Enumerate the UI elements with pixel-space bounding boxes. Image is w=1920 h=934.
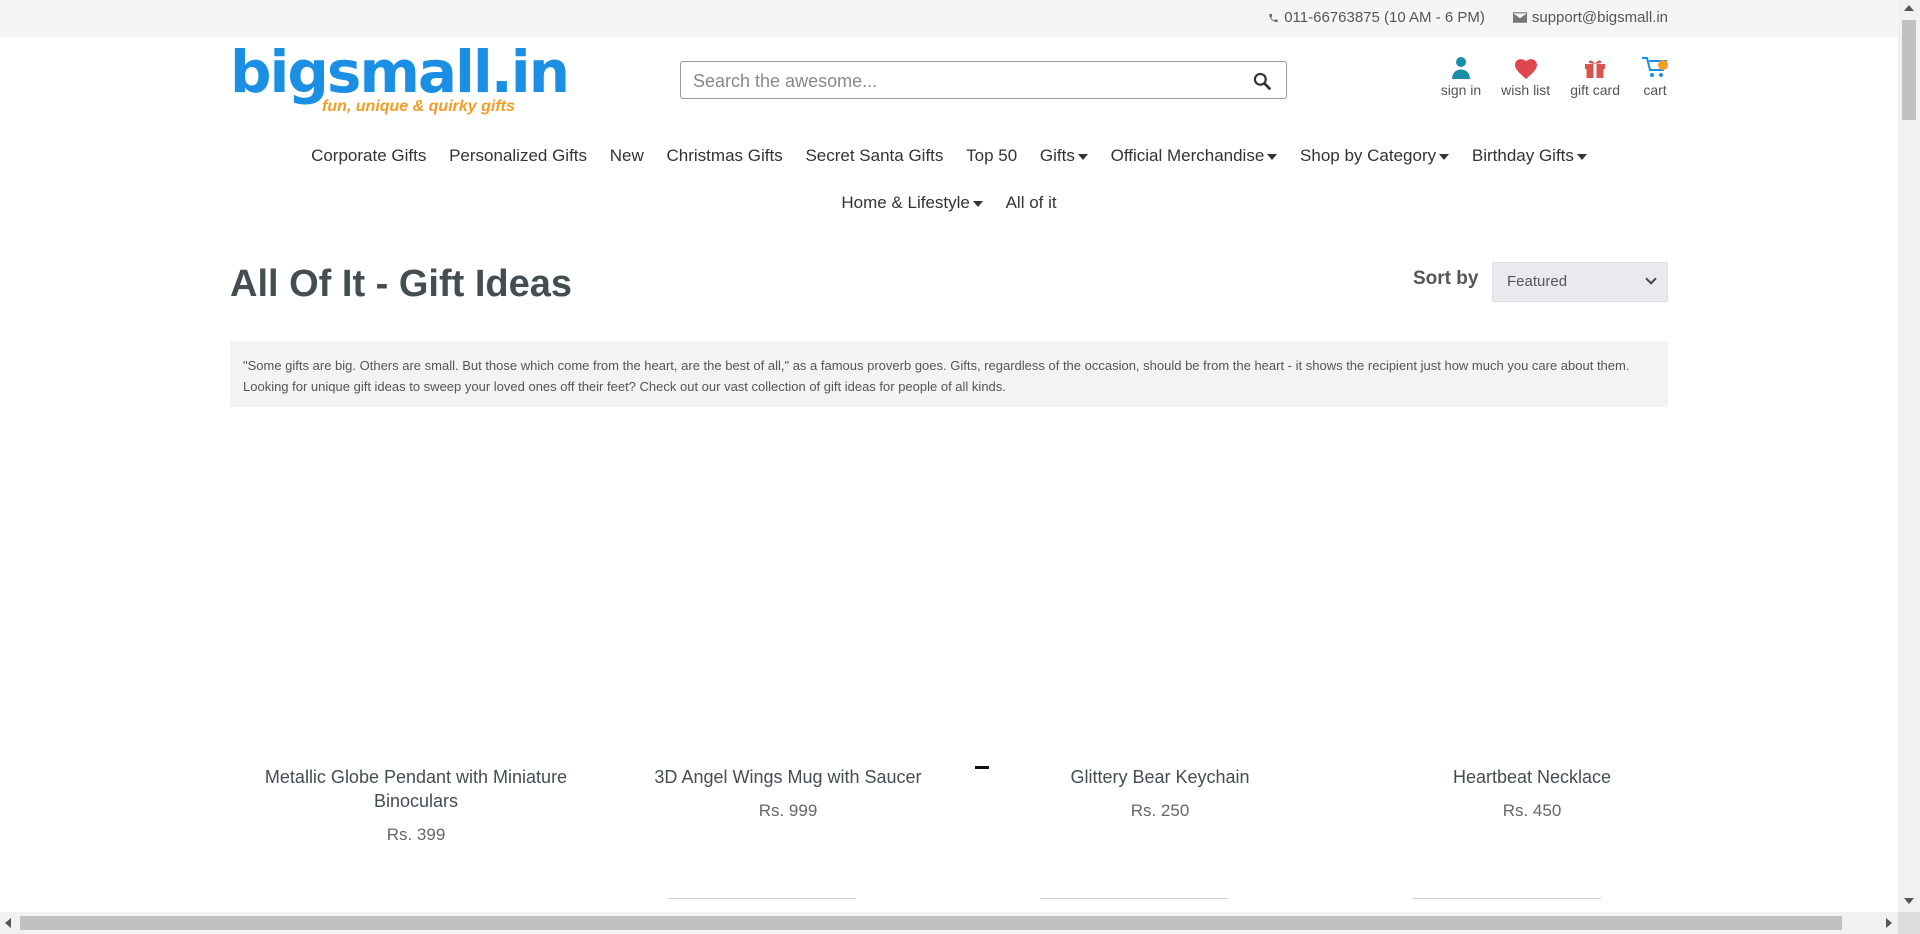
nav-home-lifestyle-label: Home & Lifestyle	[841, 193, 970, 212]
product-name[interactable]: Glittery Bear Keychain	[974, 765, 1346, 789]
nav-all-of-it[interactable]: All of it	[1006, 179, 1057, 226]
product-divider	[1040, 898, 1228, 899]
product-name[interactable]: Metallic Globe Pendant with Miniature Bi…	[230, 765, 602, 813]
product-card[interactable]: Heartbeat Necklace Rs. 450	[1346, 425, 1718, 845]
heart-icon	[1513, 54, 1539, 82]
phone-icon	[1269, 13, 1278, 22]
nav-birthday-gifts-menu[interactable]: Birthday Gifts	[1472, 132, 1587, 179]
product-grid: Metallic Globe Pendant with Miniature Bi…	[230, 425, 1718, 845]
caret-down-icon	[972, 200, 983, 207]
scrollbar-corner	[1898, 912, 1920, 934]
product-image[interactable]	[230, 425, 602, 765]
product-image[interactable]	[1346, 425, 1718, 765]
sort-by-label: Sort by	[1413, 268, 1479, 289]
sort-select[interactable]: Featured	[1492, 262, 1668, 302]
product-image[interactable]	[602, 425, 974, 765]
caret-down-icon	[1077, 153, 1088, 160]
search-input[interactable]	[693, 68, 1233, 94]
vertical-scrollbar[interactable]	[1898, 0, 1920, 934]
header-utility-links: sign in wish list gift card cart	[1441, 54, 1670, 98]
product-price: Rs. 450	[1502, 801, 1562, 820]
nav-gifts-menu[interactable]: Gifts	[1040, 132, 1088, 179]
phone-number: 011-66763875 (10 AM - 6 PM)	[1284, 9, 1485, 26]
caret-down-icon	[1576, 153, 1587, 160]
nav-christmas-gifts[interactable]: Christmas Gifts	[667, 132, 783, 179]
phone-contact[interactable]: 011-66763875 (10 AM - 6 PM)	[1268, 9, 1485, 26]
nav-secret-santa-gifts[interactable]: Secret Santa Gifts	[805, 132, 943, 179]
wish-list-link[interactable]: wish list	[1501, 54, 1550, 98]
nav-shop-by-category-label: Shop by Category	[1300, 146, 1437, 165]
scroll-right-arrow-icon[interactable]	[1886, 918, 1892, 928]
nav-official-merchandise-menu[interactable]: Official Merchandise	[1111, 132, 1278, 179]
contact-info: 011-66763875 (10 AM - 6 PM) support@bigs…	[1268, 9, 1668, 26]
product-name[interactable]: 3D Angel Wings Mug with Saucer	[602, 765, 974, 789]
sort-selected-value: Featured	[1507, 273, 1568, 290]
page-title: All Of It - Gift Ideas	[230, 263, 573, 305]
email-contact[interactable]: support@bigsmall.in	[1512, 9, 1668, 26]
nav-corporate-gifts[interactable]: Corporate Gifts	[311, 132, 426, 179]
product-price: Rs. 250	[1130, 801, 1190, 820]
nav-new[interactable]: New	[610, 132, 644, 179]
nav-personalized-gifts[interactable]: Personalized Gifts	[449, 132, 587, 179]
nav-top-50[interactable]: Top 50	[966, 132, 1017, 179]
product-name[interactable]: Heartbeat Necklace	[1346, 765, 1718, 789]
scroll-left-arrow-icon[interactable]	[5, 918, 11, 928]
horizontal-scroll-thumb[interactable]	[20, 916, 1842, 930]
gift-card-link[interactable]: gift card	[1570, 54, 1620, 98]
cart-icon	[1640, 54, 1670, 82]
caret-down-icon	[1267, 153, 1278, 160]
vertical-scroll-thumb[interactable]	[1902, 20, 1916, 120]
nav-official-merchandise-label: Official Merchandise	[1110, 146, 1265, 165]
search-icon[interactable]	[1252, 71, 1272, 96]
chevron-down-icon	[1645, 273, 1657, 285]
scroll-down-arrow-icon[interactable]	[1904, 898, 1914, 904]
nav-gifts-label: Gifts	[1039, 146, 1075, 165]
product-price: Rs. 999	[758, 801, 818, 820]
wish-list-label: wish list	[1501, 82, 1551, 98]
logo-tagline: fun, unique & quirky gifts	[322, 98, 515, 115]
product-card[interactable]: Glittery Bear Keychain Rs. 250	[974, 425, 1346, 845]
product-image[interactable]	[974, 425, 1346, 765]
user-icon	[1451, 54, 1471, 82]
main-navigation: Corporate Gifts Personalized Gifts New C…	[230, 132, 1668, 226]
nav-shop-by-category-menu[interactable]: Shop by Category	[1300, 132, 1450, 179]
sign-in-label: sign in	[1440, 82, 1482, 98]
product-card[interactable]: Metallic Globe Pendant with Miniature Bi…	[230, 425, 602, 845]
sign-in-link[interactable]: sign in	[1441, 54, 1481, 98]
product-price: Rs. 399	[386, 825, 446, 844]
gift-card-label: gift card	[1570, 82, 1620, 98]
logo-wordmark: bigsmall.in	[230, 38, 570, 106]
product-divider	[668, 898, 856, 899]
caret-down-icon	[1439, 153, 1450, 160]
gift-icon	[1583, 54, 1607, 82]
envelope-icon	[1512, 12, 1527, 23]
cart-label: cart	[1643, 82, 1667, 98]
product-divider	[1413, 898, 1601, 899]
nav-birthday-gifts-label: Birthday Gifts	[1471, 146, 1574, 165]
loading-indicator	[975, 766, 989, 769]
top-contact-bar: 011-66763875 (10 AM - 6 PM) support@bigs…	[0, 0, 1898, 37]
support-email: support@bigsmall.in	[1531, 9, 1668, 26]
scroll-up-arrow-icon[interactable]	[1904, 5, 1914, 11]
nav-home-lifestyle-menu[interactable]: Home & Lifestyle	[841, 179, 983, 226]
category-description: "Some gifts are big. Others are small. B…	[230, 341, 1668, 407]
search-bar	[680, 61, 1287, 99]
cart-link[interactable]: cart	[1640, 54, 1670, 98]
horizontal-scrollbar[interactable]	[0, 912, 1898, 934]
product-card[interactable]: 3D Angel Wings Mug with Saucer Rs. 999	[602, 425, 974, 845]
site-logo[interactable]: bigsmall.in fun, unique & quirky gifts	[230, 38, 570, 118]
